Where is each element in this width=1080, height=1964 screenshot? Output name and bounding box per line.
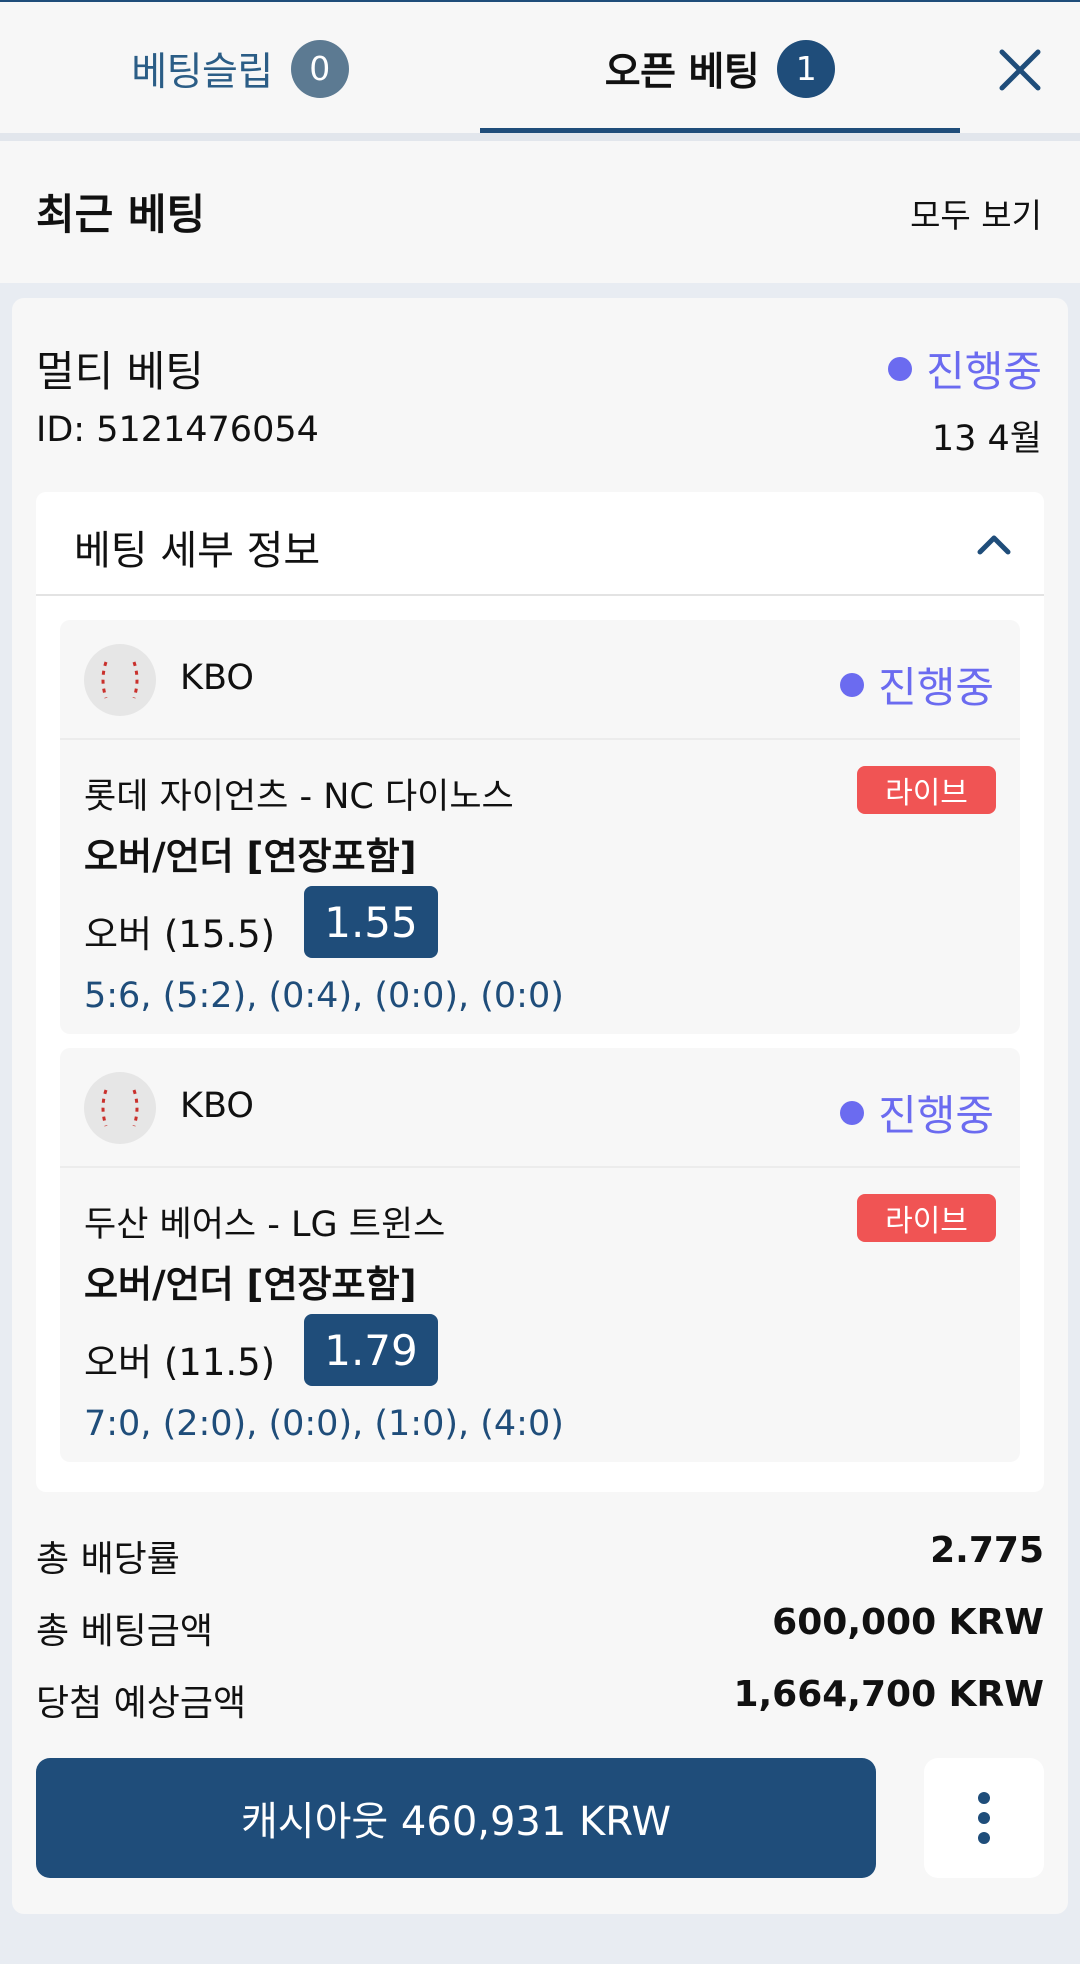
more-options-button[interactable] bbox=[924, 1758, 1044, 1878]
selection-status-label: 진행중 bbox=[878, 1091, 994, 1140]
close-button[interactable] bbox=[990, 40, 1050, 100]
total-odds-value: 2.775 bbox=[930, 1530, 1044, 1571]
selection-status-label: 진행중 bbox=[878, 663, 994, 712]
view-all-link[interactable]: 모두 보기 bbox=[910, 189, 1042, 237]
bet-details-header[interactable]: 베팅 세부 정보 bbox=[36, 492, 1044, 596]
potential-win-label: 당첨 예상금액 bbox=[36, 1683, 247, 1724]
match-name: 두산 베어스 - LG 트윈스 bbox=[84, 1205, 446, 1245]
chevron-up-icon bbox=[977, 535, 1011, 555]
potential-win-row: 당첨 예상금액 1,664,700 KRW bbox=[36, 1674, 1044, 1724]
bet-details-panel: 베팅 세부 정보 KBO 진행중 롯데 자이언츠 - NC 다이노스 라이브 오… bbox=[36, 492, 1044, 1492]
collapse-button[interactable] bbox=[972, 522, 1016, 566]
match-name: 롯데 자이언츠 - NC 다이노스 bbox=[84, 777, 514, 817]
tab-bet-slip-label: 베팅슬립 bbox=[131, 49, 273, 95]
tab-bet-slip[interactable]: 베팅슬립 0 bbox=[0, 2, 480, 135]
more-vertical-icon bbox=[978, 1792, 990, 1844]
recent-bets-title: 최근 베팅 bbox=[36, 190, 206, 239]
league-name: KBO bbox=[180, 1086, 254, 1126]
status-dot-icon bbox=[840, 672, 865, 697]
selection-header: KBO 진행중 bbox=[60, 620, 1020, 740]
odds-value: 1.55 bbox=[304, 886, 438, 958]
baseball-icon bbox=[84, 644, 156, 716]
stake-label: 총 베팅금액 bbox=[36, 1611, 214, 1652]
bet-date: 13 4월 bbox=[931, 419, 1042, 459]
bet-status-label: 진행중 bbox=[926, 347, 1042, 396]
bet-details-title: 베팅 세부 정보 bbox=[74, 528, 321, 574]
pick-label: 오버 (15.5) bbox=[84, 913, 276, 956]
odds-value: 1.79 bbox=[304, 1314, 438, 1386]
tab-bar: 베팅슬립 0 오픈 베팅 1 bbox=[0, 0, 1080, 133]
tab-open-bets[interactable]: 오픈 베팅 1 bbox=[480, 2, 960, 135]
bet-id: ID: 5121476054 bbox=[36, 410, 319, 450]
status-dot-icon bbox=[888, 356, 913, 381]
selection-status: 진행중 bbox=[840, 1082, 994, 1143]
recent-bets-header: 최근 베팅 모두 보기 bbox=[0, 141, 1080, 283]
market-name: 오버/언더 [연장포함] bbox=[84, 1263, 417, 1306]
potential-win-value: 1,664,700 KRW bbox=[733, 1674, 1044, 1715]
market-name: 오버/언더 [연장포함] bbox=[84, 835, 417, 878]
bet-status: 진행중 bbox=[888, 338, 1042, 399]
cashout-button[interactable]: 캐시아웃 460,931 KRW bbox=[36, 1758, 876, 1878]
status-dot-icon bbox=[840, 1100, 865, 1125]
close-icon bbox=[999, 49, 1041, 91]
pick-label: 오버 (11.5) bbox=[84, 1341, 276, 1384]
selection-status: 진행중 bbox=[840, 654, 994, 715]
stake-value: 600,000 KRW bbox=[772, 1602, 1044, 1643]
bet-type: 멀티 베팅 bbox=[36, 347, 204, 396]
stake-row: 총 베팅금액 600,000 KRW bbox=[36, 1602, 1044, 1652]
bet-card: 멀티 베팅 진행중 ID: 5121476054 13 4월 베팅 세부 정보 bbox=[12, 298, 1068, 1914]
live-badge: 라이브 bbox=[857, 1194, 996, 1242]
tab-bet-slip-count-badge: 0 bbox=[290, 39, 349, 98]
tab-open-bets-label: 오픈 베팅 bbox=[604, 49, 760, 95]
league-name: KBO bbox=[180, 658, 254, 698]
selection-card: KBO 진행중 롯데 자이언츠 - NC 다이노스 라이브 오버/언더 [연장포… bbox=[60, 620, 1020, 1034]
live-score: 5:6, (5:2), (0:4), (0:0), (0:0) bbox=[84, 976, 564, 1016]
selection-header: KBO 진행중 bbox=[60, 1048, 1020, 1168]
total-odds-label: 총 배당률 bbox=[36, 1539, 180, 1580]
tab-open-bets-count-badge: 1 bbox=[777, 39, 836, 98]
total-odds-row: 총 배당률 2.775 bbox=[36, 1530, 1044, 1580]
live-badge: 라이브 bbox=[857, 766, 996, 814]
baseball-icon bbox=[84, 1072, 156, 1144]
selection-card: KBO 진행중 두산 베어스 - LG 트윈스 라이브 오버/언더 [연장포함]… bbox=[60, 1048, 1020, 1462]
divider bbox=[0, 133, 1080, 141]
live-score: 7:0, (2:0), (0:0), (1:0), (4:0) bbox=[84, 1404, 564, 1444]
